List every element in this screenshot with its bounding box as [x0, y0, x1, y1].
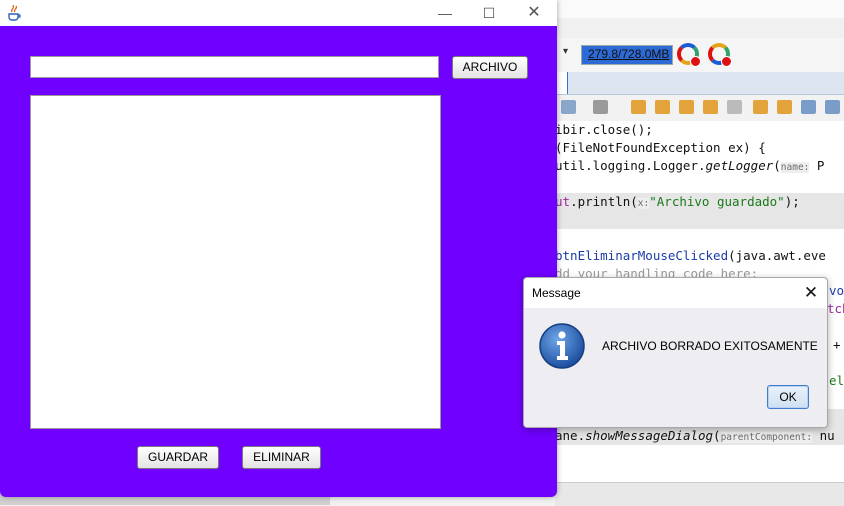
code-token: x: [637, 198, 650, 209]
archivo-button[interactable]: ARCHIVO [452, 56, 528, 79]
ide-menu-strip [555, 0, 844, 18]
code-token: .println( [570, 194, 638, 209]
content-textarea[interactable] [30, 95, 441, 429]
memory-indicator[interactable]: 279.8/728.0MB [581, 45, 673, 65]
code-token: ut [555, 194, 571, 209]
dialog-message: ARCHIVO BORRADO EXITOSAMENTE [602, 339, 818, 353]
code-token: showMessageDialog [585, 428, 714, 443]
eliminar-button[interactable]: ELIMINAR [242, 446, 321, 469]
code-token: ); [784, 194, 800, 209]
find-next-icon[interactable] [679, 100, 694, 114]
rect-select-icon[interactable] [727, 100, 742, 114]
guardar-button[interactable]: GUARDAR [137, 446, 219, 469]
profile-snapshot-icon[interactable] [708, 43, 732, 67]
profile-gc-icon[interactable] [677, 43, 701, 67]
message-dialog: Message ✕ ARCHIVO BORRADO EXITOSAMENTE O… [523, 277, 828, 428]
code-fragment: el [829, 373, 844, 388]
back-icon[interactable] [593, 100, 608, 114]
code-line: (FileNotFoundException ex) { [555, 139, 766, 157]
code-token: (FileNotFoundException ex) { [555, 140, 766, 155]
close-button[interactable]: ✕ [517, 2, 551, 24]
code-token: ( [773, 158, 781, 173]
code-token: parentComponent: [720, 432, 813, 443]
ide-toolbar: ▾ 279.8/728.0MB [555, 38, 844, 72]
history-icon[interactable] [561, 100, 576, 114]
code-token: util.logging.Logger. [555, 158, 706, 173]
ide-background: ▾ 279.8/728.0MB ibir.close(); (FileNotFou… [555, 0, 844, 506]
java-cup-icon [8, 4, 21, 21]
code-token: ane. [555, 428, 586, 443]
code-token: P [809, 158, 825, 173]
file-path-input[interactable] [30, 56, 439, 78]
next-bookmark-icon[interactable] [777, 100, 792, 114]
editor-tab-bar [555, 72, 844, 95]
maximize-button[interactable]: ☐ [472, 2, 506, 24]
code-token: getLogger [705, 158, 774, 173]
app-window: — ☐ ✕ ARCHIVO GUARDAR ELIMINAR [0, 0, 557, 497]
code-line [555, 211, 844, 229]
memory-label: 279.8/728.0MB [588, 47, 670, 61]
code-token: ( [713, 428, 721, 443]
code-token: btnEliminarMouseClicked [555, 248, 729, 263]
code-line: ane.showMessageDialog(parentComponent: n… [555, 427, 844, 445]
find-previous-icon[interactable] [655, 100, 670, 114]
code-token: name: [780, 162, 810, 173]
code-fragment: tch [827, 301, 844, 316]
code-token: nu [812, 428, 835, 443]
code-line: ibir.close(); [555, 121, 653, 139]
code-fragment: + [833, 337, 841, 352]
find-icon[interactable] [631, 100, 646, 114]
dialog-close-button[interactable]: ✕ [800, 282, 822, 304]
code-token: (java.awt.eve [728, 248, 826, 263]
memory-dropdown-icon[interactable]: ▾ [563, 46, 568, 57]
editor-toolbar [555, 95, 844, 122]
dialog-titlebar: Message ✕ [524, 278, 827, 308]
dialog-title: Message [532, 286, 581, 300]
code-line: btnEliminarMouseClicked(java.awt.eve [555, 247, 826, 265]
minimize-button[interactable]: — [428, 2, 462, 24]
code-token: ibir.close(); [555, 122, 653, 137]
info-icon [539, 323, 585, 369]
shift-left-icon[interactable] [825, 100, 840, 114]
ok-button[interactable]: OK [767, 385, 809, 409]
prev-bookmark-icon[interactable] [753, 100, 768, 114]
code-line: ut.println(x:"Archivo guardado"); [555, 193, 844, 211]
toggle-bookmark-icon[interactable] [801, 100, 816, 114]
code-fragment: vo [829, 283, 844, 298]
code-line: util.logging.Logger.getLogger(name: P [555, 157, 824, 175]
code-token: "Archivo guardado" [649, 194, 785, 209]
ide-status-bar [555, 482, 844, 506]
toggle-highlight-icon[interactable] [703, 100, 718, 114]
window-titlebar: — ☐ ✕ [0, 0, 557, 26]
